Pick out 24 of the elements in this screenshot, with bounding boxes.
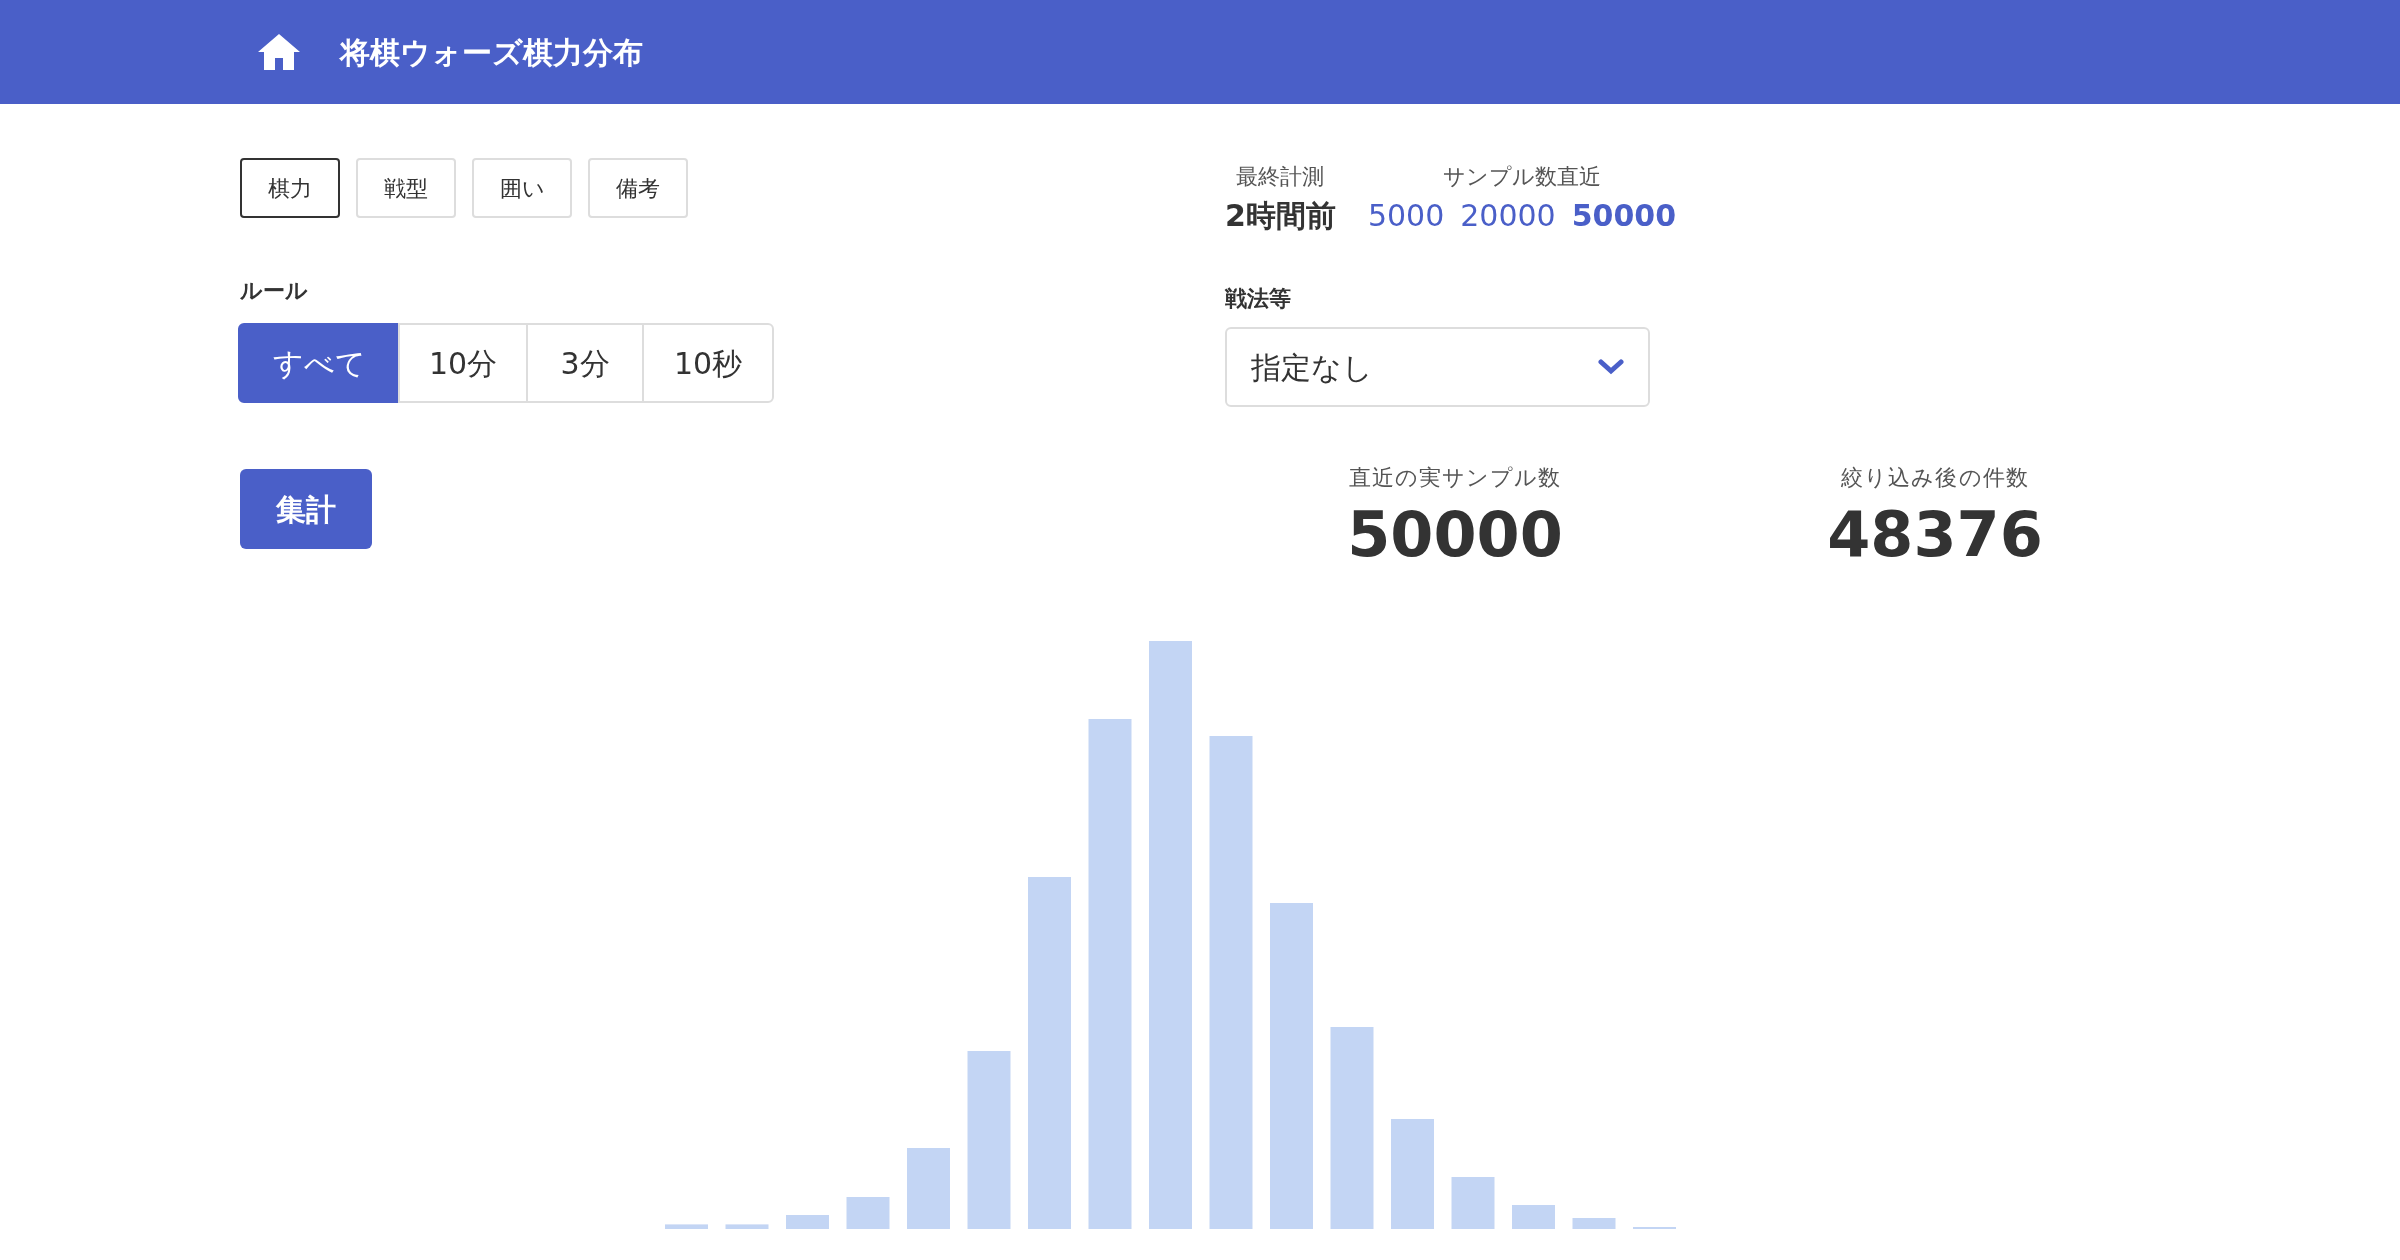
rule-option[interactable]: 10秒 [642,323,774,403]
field-label: 最終計測 [1236,163,1325,191]
sample-size-link[interactable]: 20000 [1460,193,1556,238]
tab[interactable]: 囲い [472,158,572,218]
tab[interactable]: 戦型 [356,158,456,218]
aggregate-button[interactable]: 集計 [240,469,372,549]
stat-label: 絞り込み後の件数 [1841,464,2029,492]
sample-size-link[interactable]: 50000 [1571,193,1677,238]
last-measured-value: 2時間前 [1225,197,1336,235]
stat-label: 直近の実サンプル数 [1348,464,1562,492]
strategy-dropdown[interactable]: 指定なし [1225,327,1650,407]
dropdown-value: 指定なし [1251,348,1373,387]
tab[interactable]: 棋力 [240,158,340,218]
stat-value: 50000 [1347,497,1563,573]
page-title: 将棋ウォーズ棋力分布 [340,33,643,72]
field-label: サンプル数直近 [1442,163,1601,191]
sample-size-link[interactable]: 5000 [1367,193,1445,238]
stat-value: 48376 [1827,497,2043,573]
rule-option[interactable]: すべて [238,323,400,403]
field-label: ルール [240,277,309,305]
field-label: 戦法等 [1225,285,1292,313]
rule-option[interactable]: 10分 [398,323,528,403]
tab[interactable]: 備考 [588,158,688,218]
rule-option[interactable]: 3分 [526,323,644,403]
